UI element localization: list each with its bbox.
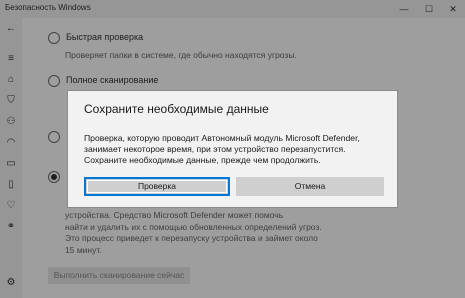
save-data-dialog: Сохраните необходимые данные Проверка, к…: [67, 90, 398, 208]
dialog-message: Проверка, которую проводит Автономный мо…: [84, 133, 360, 165]
confirm-scan-button[interactable]: Проверка: [84, 177, 230, 196]
cancel-button[interactable]: Отмена: [236, 177, 384, 196]
dialog-title: Сохраните необходимые данные: [84, 102, 269, 116]
windows-security-window: Безопасность Windows — ☐ ✕ ← ≡ ⌂ ⛉ ⚇ ◠ ▭…: [0, 0, 465, 298]
